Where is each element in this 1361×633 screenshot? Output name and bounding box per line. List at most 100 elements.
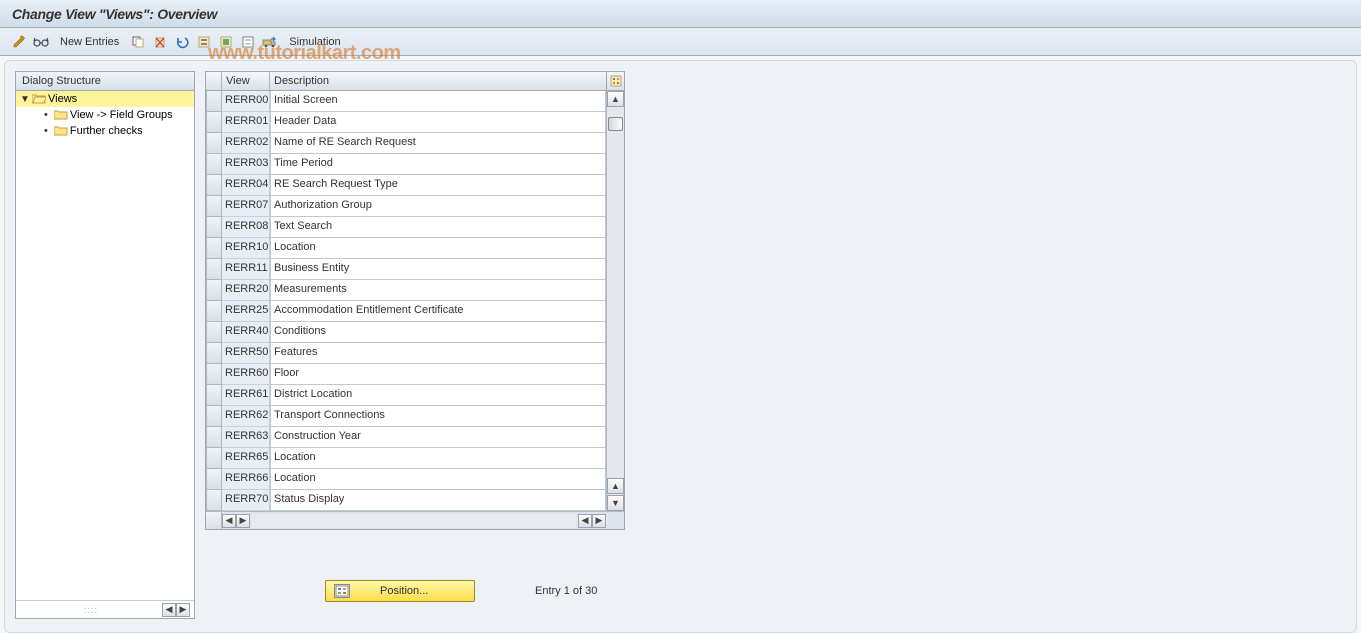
col-selector[interactable] (206, 72, 222, 90)
tree-node-views[interactable]: ▼ Views (16, 91, 194, 107)
scroll-track[interactable] (607, 107, 624, 478)
vertical-scrollbar[interactable]: ▲ ▲ ▼ (606, 91, 624, 511)
resize-handle[interactable]: :::: (20, 605, 162, 615)
row-selector[interactable] (206, 280, 222, 301)
position-label: Position... (380, 585, 428, 597)
table-row[interactable]: RERR04RE Search Request Type (206, 175, 624, 196)
cell-description[interactable]: Initial Screen (270, 91, 606, 112)
row-selector[interactable] (206, 385, 222, 406)
transport-icon[interactable] (261, 33, 279, 51)
cell-description[interactable]: Features (270, 343, 606, 364)
new-entries-button[interactable]: New Entries (60, 36, 119, 48)
table-row[interactable]: RERR11Business Entity (206, 259, 624, 280)
select-block-icon[interactable] (217, 33, 235, 51)
scroll-up-icon[interactable]: ▲ (607, 91, 624, 107)
table-row[interactable]: RERR20Measurements (206, 280, 624, 301)
scroll-thumb[interactable] (608, 117, 623, 131)
scroll-left-end-icon[interactable]: ◀ (578, 514, 592, 528)
table-row[interactable]: RERR07Authorization Group (206, 196, 624, 217)
delete-icon[interactable] (151, 33, 169, 51)
row-selector[interactable] (206, 490, 222, 511)
table-row[interactable]: RERR62Transport Connections (206, 406, 624, 427)
cell-description[interactable]: RE Search Request Type (270, 175, 606, 196)
table-row[interactable]: RERR40Conditions (206, 322, 624, 343)
col-header-view[interactable]: View (222, 72, 270, 90)
row-selector[interactable] (206, 217, 222, 238)
table-row[interactable]: RERR65Location (206, 448, 624, 469)
row-selector[interactable] (206, 301, 222, 322)
table-row[interactable]: RERR60Floor (206, 364, 624, 385)
cell-description[interactable]: Conditions (270, 322, 606, 343)
deselect-all-icon[interactable] (239, 33, 257, 51)
table-row[interactable]: RERR02Name of RE Search Request (206, 133, 624, 154)
row-selector[interactable] (206, 406, 222, 427)
row-selector[interactable] (206, 322, 222, 343)
scroll-left-icon[interactable]: ◀ (162, 603, 176, 617)
row-selector[interactable] (206, 112, 222, 133)
table-row[interactable]: RERR01Header Data (206, 112, 624, 133)
table-header: View Description (206, 72, 624, 91)
table-row[interactable]: RERR25Accommodation Entitlement Certific… (206, 301, 624, 322)
table-row[interactable]: RERR63Construction Year (206, 427, 624, 448)
cell-description[interactable]: Status Display (270, 490, 606, 511)
table-row[interactable]: RERR70Status Display (206, 490, 624, 511)
row-selector[interactable] (206, 175, 222, 196)
hscroll-track[interactable] (252, 514, 576, 528)
cell-description[interactable]: Transport Connections (270, 406, 606, 427)
row-selector[interactable] (206, 196, 222, 217)
cell-description[interactable]: Construction Year (270, 427, 606, 448)
table-settings-icon[interactable] (606, 72, 624, 90)
cell-description[interactable]: Time Period (270, 154, 606, 175)
select-all-icon[interactable] (195, 33, 213, 51)
row-selector[interactable] (206, 238, 222, 259)
cell-description[interactable]: Text Search (270, 217, 606, 238)
scroll-right-icon[interactable]: ▶ (176, 603, 190, 617)
cell-description[interactable]: Floor (270, 364, 606, 385)
row-selector[interactable] (206, 91, 222, 112)
bullet-icon: • (44, 109, 48, 121)
cell-description[interactable]: Location (270, 238, 606, 259)
row-selector[interactable] (206, 343, 222, 364)
undo-icon[interactable] (173, 33, 191, 51)
row-selector[interactable] (206, 364, 222, 385)
table-row[interactable]: RERR61District Location (206, 385, 624, 406)
table-row[interactable]: RERR08Text Search (206, 217, 624, 238)
cell-description[interactable]: Measurements (270, 280, 606, 301)
simulation-button[interactable]: Simulation (289, 36, 340, 48)
cell-description[interactable]: Business Entity (270, 259, 606, 280)
scroll-right-icon[interactable]: ▶ (236, 514, 250, 528)
tree-node-field-groups[interactable]: • View -> Field Groups (16, 107, 194, 123)
table-row[interactable]: RERR00Initial Screen (206, 91, 624, 112)
cell-description[interactable]: Location (270, 448, 606, 469)
page-up-icon[interactable]: ▲ (607, 478, 624, 494)
cell-view: RERR11 (222, 259, 270, 280)
copy-icon[interactable] (129, 33, 147, 51)
scroll-left-icon[interactable]: ◀ (222, 514, 236, 528)
position-button[interactable]: Position... (325, 580, 475, 602)
table-row[interactable]: RERR03Time Period (206, 154, 624, 175)
row-selector[interactable] (206, 469, 222, 490)
glasses-icon[interactable] (32, 33, 50, 51)
tree-node-further-checks[interactable]: • Further checks (16, 123, 194, 139)
cell-description[interactable]: Location (270, 469, 606, 490)
row-selector[interactable] (206, 154, 222, 175)
scroll-down-icon[interactable]: ▼ (607, 495, 624, 511)
row-selector[interactable] (206, 133, 222, 154)
cell-view: RERR66 (222, 469, 270, 490)
toggle-edit-icon[interactable] (10, 33, 28, 51)
table-row[interactable]: RERR50Features (206, 343, 624, 364)
cell-description[interactable]: District Location (270, 385, 606, 406)
expand-icon[interactable]: ▼ (20, 94, 30, 105)
row-selector[interactable] (206, 259, 222, 280)
cell-description[interactable]: Name of RE Search Request (270, 133, 606, 154)
col-header-description[interactable]: Description (270, 72, 606, 90)
table-row[interactable]: RERR66Location (206, 469, 624, 490)
table-row[interactable]: RERR10Location (206, 238, 624, 259)
cell-description[interactable]: Authorization Group (270, 196, 606, 217)
row-selector[interactable] (206, 427, 222, 448)
scroll-right-end-icon[interactable]: ▶ (592, 514, 606, 528)
tree-label: View -> Field Groups (70, 109, 173, 121)
row-selector[interactable] (206, 448, 222, 469)
cell-description[interactable]: Accommodation Entitlement Certificate (270, 301, 606, 322)
cell-description[interactable]: Header Data (270, 112, 606, 133)
